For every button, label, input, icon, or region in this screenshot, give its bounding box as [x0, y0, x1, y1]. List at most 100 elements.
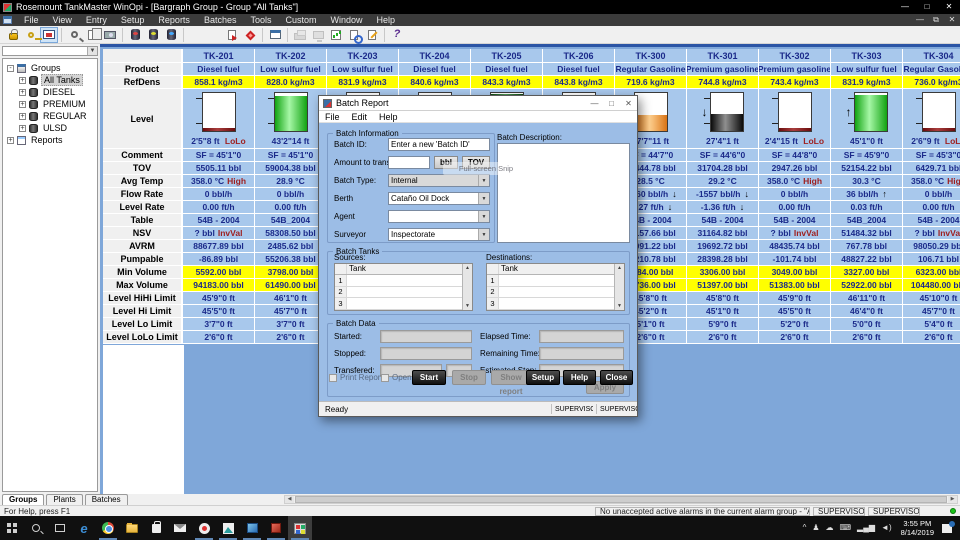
source-tank-cell[interactable] [347, 287, 472, 298]
help-icon[interactable]: ? [388, 27, 406, 43]
group-add-icon[interactable] [205, 27, 223, 43]
mdi-close-button[interactable]: ✕ [944, 14, 960, 26]
berth-combo[interactable]: Cataño Oil Dock▼ [388, 192, 490, 205]
checkbox-icon[interactable] [329, 374, 337, 382]
new-window-icon[interactable] [266, 27, 284, 43]
sidebar-item-all-tanks[interactable]: +All Tanks [3, 74, 97, 86]
destination-tank-cell[interactable] [499, 287, 624, 298]
amount-input[interactable] [388, 156, 430, 169]
keyboard-icon[interactable]: ⌨ [840, 523, 852, 533]
checkbox-icon[interactable] [381, 374, 389, 382]
taskbar-clock[interactable]: 3:55 PM 8/14/2019 [901, 519, 934, 537]
tree-expander-icon[interactable]: + [19, 77, 26, 84]
search-icon[interactable] [65, 27, 83, 43]
batch-type-combo[interactable]: Internal▼ [388, 174, 490, 187]
snip-icon[interactable] [192, 516, 216, 540]
tank-blue-icon[interactable] [162, 27, 180, 43]
tab-plants[interactable]: Plants [46, 494, 82, 505]
source-row[interactable]: 2 [335, 287, 472, 299]
export-icon[interactable] [223, 27, 241, 43]
tree-expander-icon[interactable]: + [7, 137, 14, 144]
chevron-down-icon[interactable]: ▼ [478, 175, 489, 186]
menu-setup[interactable]: Setup [114, 15, 152, 25]
sidebar-item-diesel[interactable]: +DIESEL [3, 86, 97, 98]
scroll-down-icon[interactable]: ▼ [617, 303, 622, 309]
menu-custom[interactable]: Custom [278, 15, 323, 25]
lock-icon[interactable] [4, 27, 22, 43]
print-report-checkbox[interactable]: Print Report [329, 373, 383, 382]
chevron-down-icon[interactable]: ▼ [478, 211, 489, 222]
tankmaster-icon[interactable] [288, 516, 312, 540]
setup-button[interactable]: Setup [526, 370, 560, 385]
menu-view[interactable]: View [46, 15, 79, 25]
batch-id-input[interactable]: Enter a new 'Batch ID' [388, 138, 490, 151]
sidebar-item-reports[interactable]: +Reports [3, 134, 97, 146]
key-icon[interactable] [22, 27, 40, 43]
window-maximize-button[interactable]: □ [916, 0, 938, 14]
menu-tools[interactable]: Tools [243, 15, 278, 25]
volume-icon[interactable]: ◄) [881, 523, 892, 533]
close-button[interactable]: Close [600, 370, 633, 385]
device-icon[interactable] [309, 27, 327, 43]
network-icon[interactable]: ▂▄▆ [857, 523, 875, 533]
destination-row[interactable]: 3 [487, 298, 624, 310]
tree-expander-icon[interactable]: + [19, 101, 26, 108]
alarm-icon[interactable] [241, 27, 259, 43]
print-icon[interactable] [291, 27, 309, 43]
menu-window[interactable]: Window [324, 15, 370, 25]
horizontal-scrollbar[interactable]: ◀ ▶ [284, 495, 958, 504]
scroll-up-icon[interactable]: ▲ [465, 265, 470, 271]
source-row[interactable]: 3 [335, 298, 472, 310]
scroll-up-icon[interactable]: ▲ [617, 265, 622, 271]
scrollbar-thumb[interactable] [295, 496, 947, 503]
action-center-icon[interactable] [942, 524, 952, 533]
tree-expander-icon[interactable]: - [7, 65, 14, 72]
child-window-icon[interactable] [3, 16, 12, 24]
tree-expander-icon[interactable]: + [19, 113, 26, 120]
menu-batches[interactable]: Batches [197, 15, 244, 25]
tank-yellow-icon[interactable] [144, 27, 162, 43]
group-tree-icon[interactable] [187, 27, 205, 43]
scroll-right-icon[interactable]: ▶ [948, 496, 957, 503]
scroll-left-icon[interactable]: ◀ [285, 496, 294, 503]
task-view-button[interactable] [48, 516, 72, 540]
copy-icon[interactable] [83, 27, 101, 43]
sidebar-item-ulsd[interactable]: +ULSD [3, 122, 97, 134]
mdi-minimize-button[interactable]: — [912, 14, 928, 26]
chart-icon[interactable] [327, 27, 345, 43]
surveyor-combo[interactable]: Inspectorate▼ [388, 228, 490, 241]
tree-filter-combo[interactable]: ▼ [2, 46, 98, 56]
grid-vertical-scrollbar[interactable]: ▲▼ [614, 264, 624, 310]
window-close-button[interactable]: ✕ [938, 0, 960, 14]
dialog-menu-help[interactable]: Help [373, 111, 404, 122]
file-explorer-icon[interactable] [120, 516, 144, 540]
app-red-icon[interactable] [264, 516, 288, 540]
chrome-icon[interactable] [96, 516, 120, 540]
help-button[interactable]: Help [563, 370, 596, 385]
search-button[interactable] [24, 516, 48, 540]
chevron-down-icon[interactable]: ▼ [87, 47, 97, 55]
dialog-close-button[interactable]: ✕ [620, 99, 637, 108]
agent-combo[interactable]: ▼ [388, 210, 490, 223]
menu-reports[interactable]: Reports [151, 15, 197, 25]
menu-file[interactable]: File [17, 15, 46, 25]
sources-grid[interactable]: Tank1▼23▲▼ [334, 263, 473, 311]
source-tank-cell[interactable] [347, 298, 472, 309]
tank-view-icon[interactable] [40, 27, 58, 43]
dialog-menu-edit[interactable]: Edit [346, 111, 374, 122]
destination-row[interactable]: 1▼ [487, 275, 624, 287]
report-edit-icon[interactable] [363, 27, 381, 43]
sidebar-item-regular[interactable]: +REGULAR [3, 110, 97, 122]
tab-batches[interactable]: Batches [85, 494, 128, 505]
destination-row[interactable]: 2 [487, 287, 624, 299]
source-tank-cell[interactable]: ▼ [347, 275, 472, 286]
scroll-down-icon[interactable]: ▼ [465, 303, 470, 309]
tree-expander-icon[interactable]: + [19, 89, 26, 96]
window-minimize-button[interactable]: — [894, 0, 916, 14]
store-icon[interactable] [144, 516, 168, 540]
batch-description-textarea[interactable] [497, 143, 630, 243]
sidebar-item-groups[interactable]: -Groups [3, 62, 97, 74]
chevron-down-icon[interactable]: ▼ [478, 229, 489, 240]
snapshot-icon[interactable] [101, 27, 119, 43]
destination-tank-cell[interactable] [499, 298, 624, 309]
